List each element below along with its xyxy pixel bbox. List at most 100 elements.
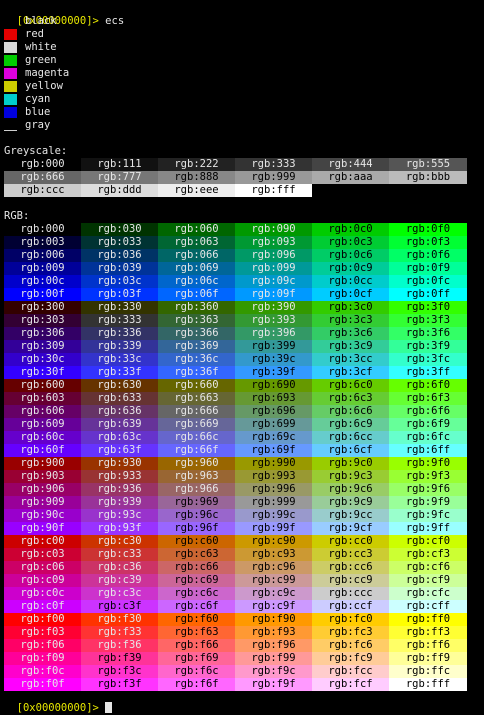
color-cell-3f9: rgb:3f9 bbox=[389, 340, 467, 353]
legend-swatch bbox=[4, 16, 17, 27]
legend-swatch bbox=[4, 94, 17, 105]
color-cell-369: rgb:369 bbox=[158, 340, 235, 353]
color-cell-69c: rgb:69c bbox=[235, 431, 312, 444]
color-cell-f3c: rgb:f3c bbox=[81, 665, 158, 678]
color-cell-963: rgb:963 bbox=[158, 470, 235, 483]
color-cell-c09: rgb:c09 bbox=[4, 574, 81, 587]
command-text: ecs bbox=[105, 15, 125, 27]
color-cell-609: rgb:609 bbox=[4, 418, 81, 431]
color-cell-663: rgb:663 bbox=[158, 392, 235, 405]
color-cell-ff3: rgb:ff3 bbox=[389, 626, 467, 639]
color-cell-396: rgb:396 bbox=[235, 327, 312, 340]
color-cell-222: rgb:222 bbox=[158, 158, 235, 171]
color-cell-969: rgb:969 bbox=[158, 496, 235, 509]
color-cell-3f6: rgb:3f6 bbox=[389, 327, 467, 340]
bottom-prompt-line[interactable]: [0x00000000]> bbox=[4, 689, 113, 714]
color-cell-60f: rgb:60f bbox=[4, 444, 81, 457]
legend-label: black bbox=[25, 15, 57, 27]
color-cell-393: rgb:393 bbox=[235, 314, 312, 327]
legend-item-black: black bbox=[4, 15, 57, 28]
color-cell-9cf: rgb:9cf bbox=[312, 522, 389, 535]
color-cell-ff0: rgb:ff0 bbox=[389, 613, 467, 626]
color-cell-cf0: rgb:cf0 bbox=[389, 535, 467, 548]
color-cell-00c: rgb:00c bbox=[4, 275, 81, 288]
color-cell-fff: rgb:fff bbox=[235, 184, 312, 197]
bottom-prompt: [0x00000000]> bbox=[16, 702, 99, 714]
color-cell-9c6: rgb:9c6 bbox=[312, 483, 389, 496]
color-cell-3c9: rgb:3c9 bbox=[312, 340, 389, 353]
color-cell-c00: rgb:c00 bbox=[4, 535, 81, 548]
color-cell-03f: rgb:03f bbox=[81, 288, 158, 301]
color-cell-390: rgb:390 bbox=[235, 301, 312, 314]
color-cell-c36: rgb:c36 bbox=[81, 561, 158, 574]
color-cell-0c0: rgb:0c0 bbox=[312, 223, 389, 236]
color-cell-777: rgb:777 bbox=[81, 171, 158, 184]
color-cell-f06: rgb:f06 bbox=[4, 639, 81, 652]
color-cell-0c6: rgb:0c6 bbox=[312, 249, 389, 262]
color-cell-c39: rgb:c39 bbox=[81, 574, 158, 587]
color-cell-939: rgb:939 bbox=[81, 496, 158, 509]
color-cell-060: rgb:060 bbox=[158, 223, 235, 236]
color-cell-000: rgb:000 bbox=[4, 223, 81, 236]
color-cell-96c: rgb:96c bbox=[158, 509, 235, 522]
color-cell-036: rgb:036 bbox=[81, 249, 158, 262]
color-cell-ff9: rgb:ff9 bbox=[389, 652, 467, 665]
terminal-cursor[interactable] bbox=[105, 702, 113, 713]
color-cell-f96: rgb:f96 bbox=[235, 639, 312, 652]
color-cell-399: rgb:399 bbox=[235, 340, 312, 353]
color-cell-f69: rgb:f69 bbox=[158, 652, 235, 665]
color-cell-f93: rgb:f93 bbox=[235, 626, 312, 639]
color-cell-69f: rgb:69f bbox=[235, 444, 312, 457]
color-cell-6c6: rgb:6c6 bbox=[312, 405, 389, 418]
color-cell-c03: rgb:c03 bbox=[4, 548, 81, 561]
color-cell-00f: rgb:00f bbox=[4, 288, 81, 301]
color-cell-fc9: rgb:fc9 bbox=[312, 652, 389, 665]
color-cell-c30: rgb:c30 bbox=[81, 535, 158, 548]
color-cell-0f9: rgb:0f9 bbox=[389, 262, 467, 275]
legend-swatch bbox=[4, 55, 17, 66]
legend-label: red bbox=[25, 28, 44, 40]
color-cell-9c9: rgb:9c9 bbox=[312, 496, 389, 509]
color-cell-f30: rgb:f30 bbox=[81, 613, 158, 626]
color-cell-666: rgb:666 bbox=[4, 171, 81, 184]
color-cell-3ff: rgb:3ff bbox=[389, 366, 467, 379]
color-cell-9f3: rgb:9f3 bbox=[389, 470, 467, 483]
color-cell-9ff: rgb:9ff bbox=[389, 522, 467, 535]
color-cell-93c: rgb:93c bbox=[81, 509, 158, 522]
rgb-title: RGB: bbox=[4, 210, 30, 222]
color-cell-c60: rgb:c60 bbox=[158, 535, 235, 548]
color-cell-906: rgb:906 bbox=[4, 483, 81, 496]
color-cell-909: rgb:909 bbox=[4, 496, 81, 509]
color-cell-444: rgb:444 bbox=[312, 158, 389, 171]
color-cell-fff: rgb:fff bbox=[389, 678, 467, 691]
color-cell-099: rgb:099 bbox=[235, 262, 312, 275]
color-cell-f66: rgb:f66 bbox=[158, 639, 235, 652]
color-cell-06c: rgb:06c bbox=[158, 275, 235, 288]
legend-label: magenta bbox=[25, 67, 70, 79]
color-cell-696: rgb:696 bbox=[235, 405, 312, 418]
color-cell-cc9: rgb:cc9 bbox=[312, 574, 389, 587]
color-cell-6f9: rgb:6f9 bbox=[389, 418, 467, 431]
color-cell-cc0: rgb:cc0 bbox=[312, 535, 389, 548]
color-cell-333: rgb:333 bbox=[81, 314, 158, 327]
color-cell-39c: rgb:39c bbox=[235, 353, 312, 366]
color-cell-6c3: rgb:6c3 bbox=[312, 392, 389, 405]
color-cell-960: rgb:960 bbox=[158, 457, 235, 470]
color-cell-f0c: rgb:f0c bbox=[4, 665, 81, 678]
color-cell-9cc: rgb:9cc bbox=[312, 509, 389, 522]
color-cell-c33: rgb:c33 bbox=[81, 548, 158, 561]
color-cell-936: rgb:936 bbox=[81, 483, 158, 496]
color-cell-33f: rgb:33f bbox=[81, 366, 158, 379]
color-cell-f33: rgb:f33 bbox=[81, 626, 158, 639]
color-cell-6f3: rgb:6f3 bbox=[389, 392, 467, 405]
legend-swatch bbox=[4, 68, 17, 79]
legend-label: yellow bbox=[25, 80, 63, 92]
color-cell-3f3: rgb:3f3 bbox=[389, 314, 467, 327]
color-cell-fcf: rgb:fcf bbox=[312, 678, 389, 691]
color-cell-9c3: rgb:9c3 bbox=[312, 470, 389, 483]
color-cell-9c0: rgb:9c0 bbox=[312, 457, 389, 470]
legend-label: cyan bbox=[25, 93, 51, 105]
color-cell-6f6: rgb:6f6 bbox=[389, 405, 467, 418]
color-cell-306: rgb:306 bbox=[4, 327, 81, 340]
color-cell-c3f: rgb:c3f bbox=[81, 600, 158, 613]
